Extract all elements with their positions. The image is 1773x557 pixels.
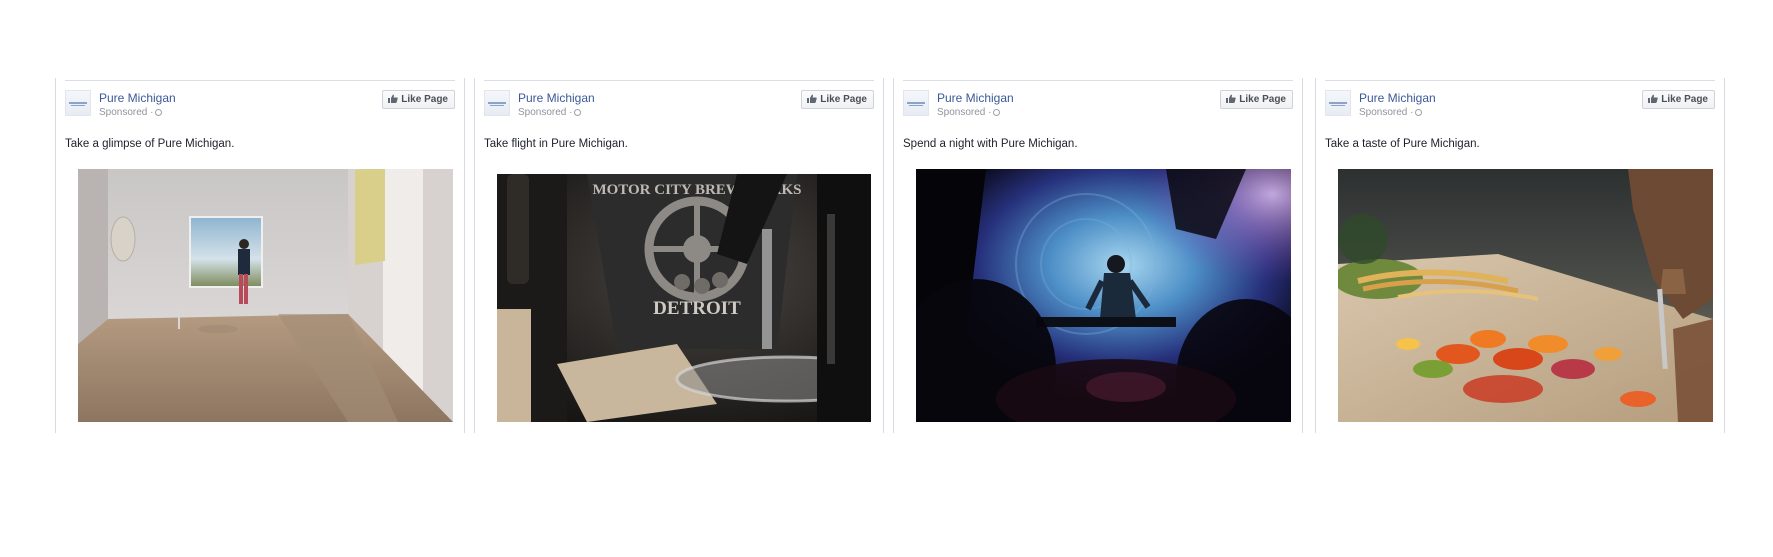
card-divider bbox=[65, 80, 455, 81]
chopping-vegetables-photo[interactable] bbox=[1338, 169, 1713, 422]
like-page-label: Like Page bbox=[820, 94, 867, 105]
like-page-label: Like Page bbox=[1239, 94, 1286, 105]
sponsored-post-card: Pure Michigan Sponsored · Like Page Take… bbox=[55, 78, 465, 433]
card-divider bbox=[484, 80, 874, 81]
thumbs-up-icon bbox=[388, 94, 399, 103]
like-page-button[interactable]: Like Page bbox=[1642, 90, 1715, 109]
sponsored-post-card: Pure Michigan Sponsored · Like Page Spen… bbox=[893, 78, 1303, 433]
brewery-photo[interactable]: MOTOR CITY BREW WORKS DETROIT bbox=[497, 174, 871, 422]
sponsored-post-card: Pure Michigan Sponsored · Like Page Take… bbox=[474, 78, 884, 433]
sponsored-label: Sponsored · bbox=[937, 107, 1001, 118]
post-caption: Take flight in Pure Michigan. bbox=[484, 138, 628, 150]
globe-icon bbox=[1415, 109, 1423, 116]
page-name-link[interactable]: Pure Michigan bbox=[937, 91, 1014, 105]
sponsored-text: Sponsored · bbox=[518, 107, 573, 118]
like-page-button[interactable]: Like Page bbox=[382, 90, 455, 109]
sponsored-posts-row: Pure Michigan Sponsored · Like Page Take… bbox=[55, 78, 1725, 433]
like-page-label: Like Page bbox=[1661, 94, 1708, 105]
sponsored-label: Sponsored · bbox=[518, 107, 582, 118]
sponsored-text: Sponsored · bbox=[99, 107, 154, 118]
page-avatar[interactable] bbox=[65, 90, 91, 116]
sponsored-text: Sponsored · bbox=[1359, 107, 1414, 118]
thumbs-up-icon bbox=[1648, 94, 1659, 103]
sponsored-label: Sponsored · bbox=[1359, 107, 1423, 118]
thumbs-up-icon bbox=[1226, 94, 1237, 103]
sponsored-label: Sponsored · bbox=[99, 107, 163, 118]
like-page-label: Like Page bbox=[401, 94, 448, 105]
page-name-link[interactable]: Pure Michigan bbox=[1359, 91, 1436, 105]
shirt-text-bottom: DETROIT bbox=[653, 298, 741, 319]
page-avatar[interactable] bbox=[903, 90, 929, 116]
page-avatar[interactable] bbox=[1325, 90, 1351, 116]
post-caption: Spend a night with Pure Michigan. bbox=[903, 138, 1078, 150]
sponsored-post-card: Pure Michigan Sponsored · Like Page Take… bbox=[1315, 78, 1725, 433]
page-name-link[interactable]: Pure Michigan bbox=[99, 91, 176, 105]
card-divider bbox=[1325, 80, 1715, 81]
card-divider bbox=[903, 80, 1293, 81]
dj-concert-photo[interactable] bbox=[916, 169, 1291, 422]
page-name-link[interactable]: Pure Michigan bbox=[518, 91, 595, 105]
sponsored-text: Sponsored · bbox=[937, 107, 992, 118]
globe-icon bbox=[155, 109, 163, 116]
art-gallery-photo[interactable] bbox=[78, 169, 453, 422]
page-avatar[interactable] bbox=[484, 90, 510, 116]
like-page-button[interactable]: Like Page bbox=[801, 90, 874, 109]
thumbs-up-icon bbox=[807, 94, 818, 103]
like-page-button[interactable]: Like Page bbox=[1220, 90, 1293, 109]
globe-icon bbox=[993, 109, 1001, 116]
globe-icon bbox=[574, 109, 582, 116]
post-caption: Take a glimpse of Pure Michigan. bbox=[65, 138, 235, 150]
post-caption: Take a taste of Pure Michigan. bbox=[1325, 138, 1480, 150]
